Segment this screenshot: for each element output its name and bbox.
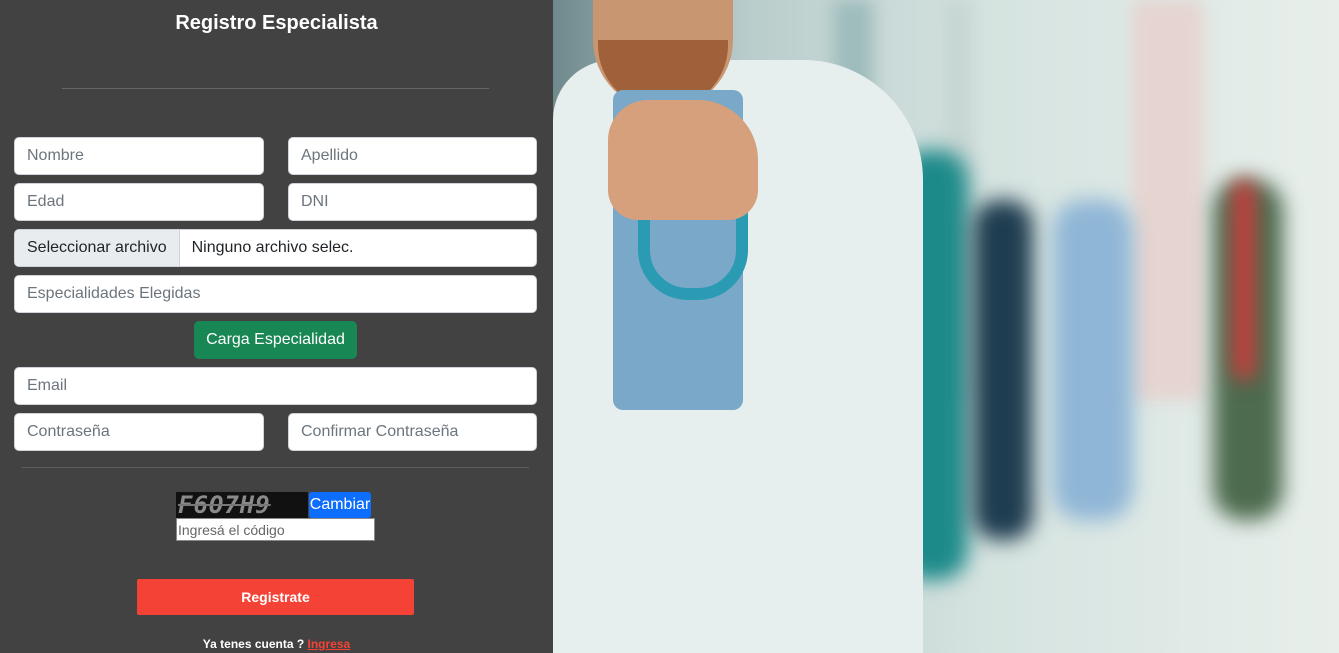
carga-especialidad-button[interactable]: Carga Especialidad	[194, 321, 357, 359]
email-input[interactable]	[14, 367, 537, 405]
register-button[interactable]: Registrate	[137, 579, 414, 615]
file-select-button[interactable]: Seleccionar archivo	[15, 230, 180, 266]
captcha-code: F6O7H9	[178, 492, 271, 518]
doctor-hospital-photo	[553, 0, 1339, 653]
photo-doctor-hand	[608, 100, 758, 220]
login-prompt: Ya tenes cuenta ? Ingresa	[0, 637, 553, 651]
login-link[interactable]: Ingresa	[308, 637, 351, 651]
login-prompt-text: Ya tenes cuenta ?	[202, 637, 308, 651]
photo-person-blur	[1233, 180, 1255, 380]
photo-wall-stripe	[1133, 0, 1203, 400]
nombre-input[interactable]	[14, 137, 264, 175]
file-input[interactable]: Seleccionar archivo Ninguno archivo sele…	[14, 229, 537, 267]
captcha-change-button[interactable]: Cambiar	[309, 492, 371, 518]
photo-person-blur	[1053, 200, 1133, 520]
photo-person-blur	[973, 200, 1033, 540]
captcha-input[interactable]	[176, 518, 375, 541]
divider-top	[62, 88, 489, 89]
page-title: Registro Especialista	[175, 12, 378, 34]
dni-input[interactable]	[288, 183, 537, 221]
captcha-image: F6O7H9	[176, 492, 308, 518]
edad-input[interactable]	[14, 183, 264, 221]
especialidades-input[interactable]	[14, 275, 537, 313]
registration-panel: Registro Especialista Seleccionar archiv…	[0, 0, 553, 653]
password-input[interactable]	[14, 413, 264, 451]
file-status-text: Ninguno archivo selec.	[191, 239, 354, 256]
apellido-input[interactable]	[288, 137, 537, 175]
confirm-password-input[interactable]	[288, 413, 537, 451]
divider-middle	[22, 467, 529, 468]
